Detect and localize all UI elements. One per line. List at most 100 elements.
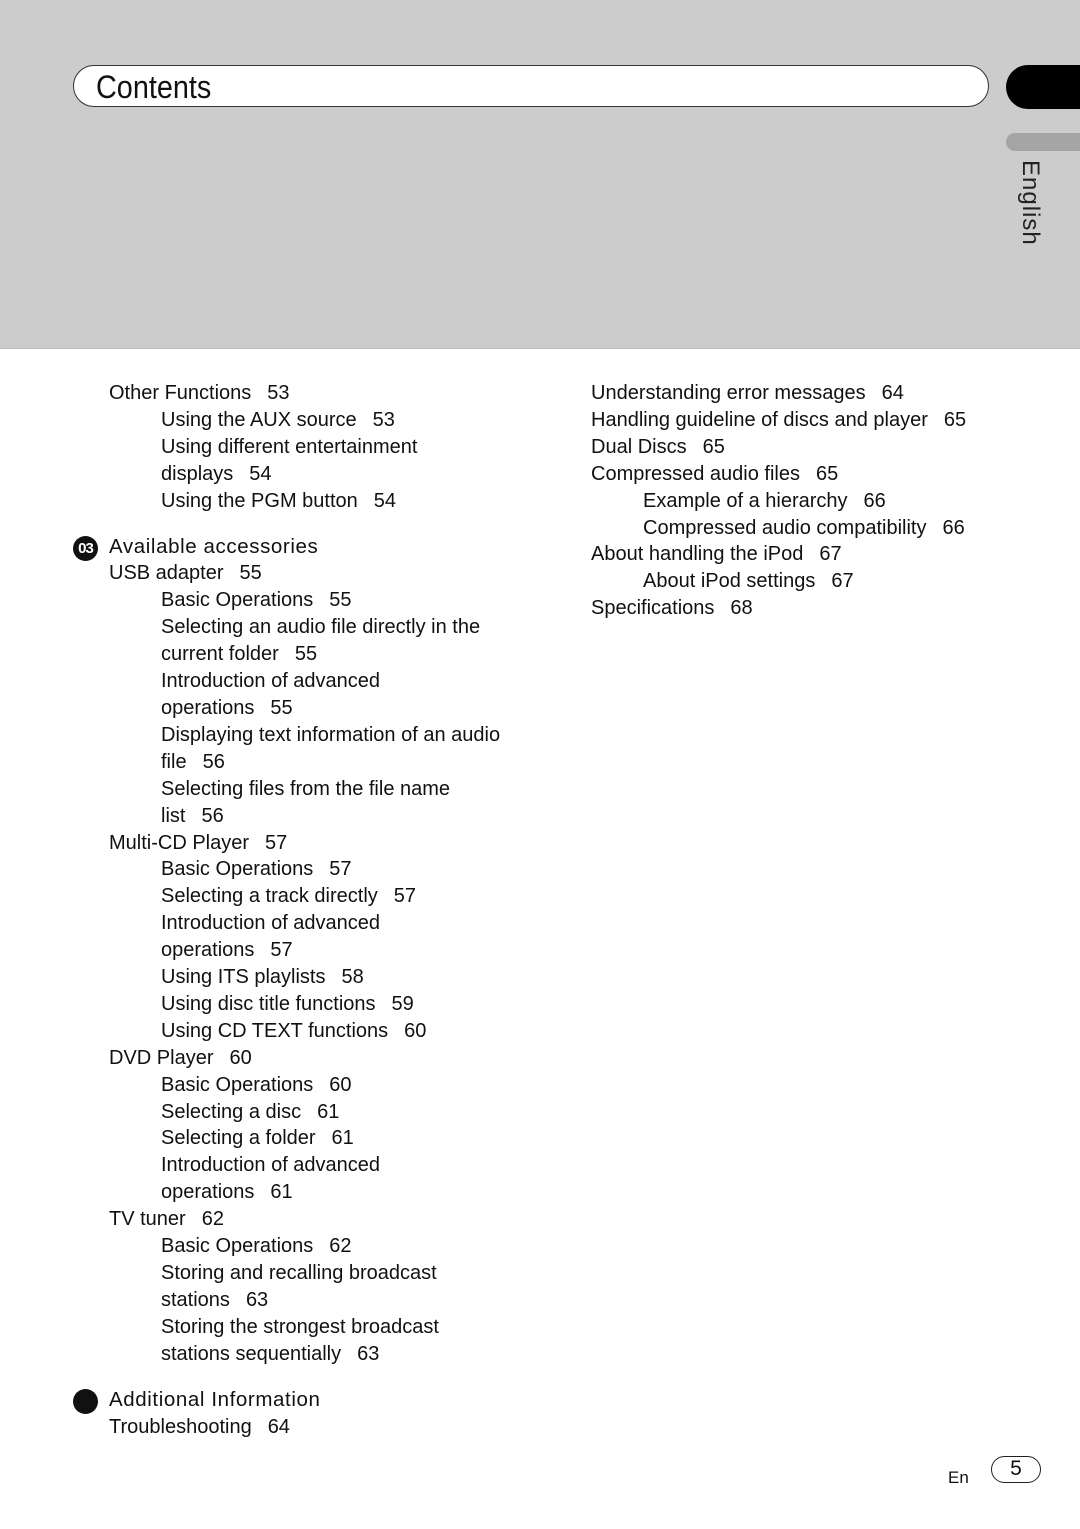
toc-entry[interactable]: Understanding error messages 64 <box>591 380 1031 407</box>
entry-title: Specifications <box>591 597 715 620</box>
entry-title: Basic Operations <box>161 1235 314 1258</box>
entry-page-number: 53 <box>372 408 395 431</box>
toc-entry[interactable]: Dual Discs 65 <box>591 434 1031 461</box>
toc-entry[interactable]: About handling the iPod 67 <box>591 541 1031 568</box>
entry-title: Storing and recalling broadcast stations <box>161 1262 437 1311</box>
entry-title: Other Functions <box>109 382 252 404</box>
toc-entry[interactable]: Compressed audio files 65 <box>591 461 1031 488</box>
toc-entry[interactable]: Troubleshooting 64 <box>109 1414 549 1441</box>
toc-section-heading[interactable]: Additional Information <box>73 1387 549 1414</box>
entry-page-number: 61 <box>270 1181 293 1204</box>
toc-subentry[interactable]: Basic Operations 55 <box>109 587 549 614</box>
toc-entry[interactable]: USB adapter 55 <box>109 560 549 587</box>
entry-page-number: 55 <box>294 643 318 666</box>
entry-page-number: 60 <box>229 1046 252 1069</box>
section-title: Additional Information <box>109 1387 321 1411</box>
toc-entry[interactable]: Handling guideline of discs and player 65 <box>591 407 1031 434</box>
entry-page-number: 55 <box>270 696 293 719</box>
entry-title: Using CD TEXT functions <box>161 1019 389 1042</box>
entry-title: About handling the iPod <box>591 543 804 566</box>
entry-page-number: 60 <box>329 1073 352 1096</box>
entry-page-number: 60 <box>404 1019 427 1042</box>
toc-subentry[interactable]: Storing the strongest broadcast stations… <box>109 1314 549 1368</box>
entry-page-number: 66 <box>942 516 965 539</box>
toc-subentry[interactable]: Selecting a track directly 57 <box>109 883 549 910</box>
entry-page-number: 57 <box>393 885 417 908</box>
entry-page-number: 56 <box>202 750 225 773</box>
toc-subentry[interactable]: Introduction of advanced operations 57 <box>109 910 549 964</box>
toc-subentry[interactable]: Using disc title functions 59 <box>109 991 549 1018</box>
entry-page-number: 62 <box>329 1235 352 1258</box>
entry-page-number: 67 <box>831 570 854 593</box>
entry-page-number: 57 <box>270 939 293 962</box>
chapter-number-icon: 03 <box>73 535 98 561</box>
entry-page-number: 64 <box>881 382 904 404</box>
toc-subentry[interactable]: Using different entertainment displays 54 <box>109 434 549 488</box>
entry-page-number: 61 <box>317 1100 340 1123</box>
entry-page-number: 55 <box>239 562 262 585</box>
toc-subentry[interactable]: Storing and recalling broadcast stations… <box>109 1260 549 1314</box>
chapter-number-icon <box>73 1388 98 1414</box>
toc-subentry[interactable]: Selecting files from the file name list 5… <box>109 776 549 830</box>
toc-entry[interactable]: Multi-CD Player 57 <box>109 830 549 857</box>
toc-entry[interactable]: TV tuner 62 <box>109 1206 549 1233</box>
entry-title: Using disc title functions <box>161 992 376 1015</box>
toc-subentry[interactable]: Compressed audio compatibility 66 <box>591 515 1031 542</box>
page-title: Contents <box>96 69 212 105</box>
entry-page-number: 67 <box>819 543 842 566</box>
toc-section-heading[interactable]: 03 Available accessories <box>73 534 549 561</box>
entry-page-number: 54 <box>249 462 272 485</box>
toc-subentry[interactable]: About iPod settings 67 <box>591 568 1031 595</box>
toc-subentry[interactable]: Using ITS playlists 58 <box>109 964 549 991</box>
entry-page-number: 53 <box>267 382 290 404</box>
toc-subentry[interactable]: Basic Operations 57 <box>109 856 549 883</box>
toc-entry[interactable]: DVD Player 60 <box>109 1045 549 1072</box>
page-number: 5 <box>1010 1457 1022 1480</box>
entry-page-number: 63 <box>245 1288 269 1311</box>
toc-entry[interactable]: Other Functions 53 <box>109 380 549 407</box>
toc-entry[interactable]: Specifications 68 <box>591 595 1031 622</box>
entry-title: Troubleshooting <box>109 1415 252 1438</box>
entry-title: Selecting a folder <box>161 1127 316 1150</box>
entry-title: Basic Operations <box>161 1073 314 1096</box>
toc-subentry[interactable]: Selecting an audio file directly in the … <box>109 614 549 668</box>
entry-title: Example of a hierarchy <box>643 489 848 512</box>
section-title: Available accessories <box>109 534 319 558</box>
entry-page-number: 56 <box>201 804 224 827</box>
entry-title: About iPod settings <box>643 570 816 593</box>
entry-page-number: 59 <box>391 992 414 1015</box>
toc-subentry[interactable]: Selecting a disc 61 <box>109 1099 549 1126</box>
toc-subentry[interactable]: Basic Operations 60 <box>109 1072 549 1099</box>
entry-page-number: 57 <box>329 858 352 881</box>
entry-title: Compressed audio files <box>591 462 800 485</box>
entry-title: Multi-CD Player <box>109 831 250 854</box>
entry-page-number: 54 <box>373 489 397 512</box>
entry-title: Selecting an audio file directly in the … <box>161 616 481 666</box>
toc-subentry[interactable]: Basic Operations 62 <box>109 1233 549 1260</box>
toc-subentry[interactable]: Example of a hierarchy 66 <box>591 488 1031 515</box>
toc-subentry[interactable]: Using the AUX source 53 <box>109 407 549 434</box>
entry-page-number: 55 <box>329 589 352 612</box>
entry-title: Selecting a track directly <box>161 885 378 908</box>
entry-title: Using the AUX source <box>161 408 357 431</box>
entry-title: Using different entertainment displays <box>161 435 418 485</box>
entry-title: Understanding error messages <box>591 382 866 404</box>
entry-title: Selecting a disc <box>161 1100 302 1123</box>
entry-page-number: 63 <box>357 1342 380 1365</box>
entry-title: Compressed audio compatibility <box>643 516 927 539</box>
toc-subentry[interactable]: Introduction of advanced operations 61 <box>109 1152 549 1206</box>
page-number-badge: 5 <box>991 1456 1041 1483</box>
entry-title: USB adapter <box>109 562 224 585</box>
entry-title: Using the PGM button <box>161 489 358 512</box>
toc-subentry[interactable]: Displaying text information of an audio … <box>109 722 549 776</box>
entry-title: Dual Discs <box>591 435 687 458</box>
entry-title: Basic Operations <box>161 589 314 612</box>
entry-title: Basic Operations <box>161 858 314 881</box>
entry-page-number: 65 <box>943 408 967 431</box>
toc-subentry[interactable]: Introduction of advanced operations 55 <box>109 668 549 722</box>
entry-page-number: 61 <box>331 1127 354 1150</box>
toc-subentry[interactable]: Using the PGM button 54 <box>109 488 549 515</box>
toc-subentry[interactable]: Using CD TEXT functions 60 <box>109 1018 549 1045</box>
entry-title: Storing the strongest broadcast stations… <box>161 1315 439 1365</box>
toc-subentry[interactable]: Selecting a folder 61 <box>109 1125 549 1152</box>
